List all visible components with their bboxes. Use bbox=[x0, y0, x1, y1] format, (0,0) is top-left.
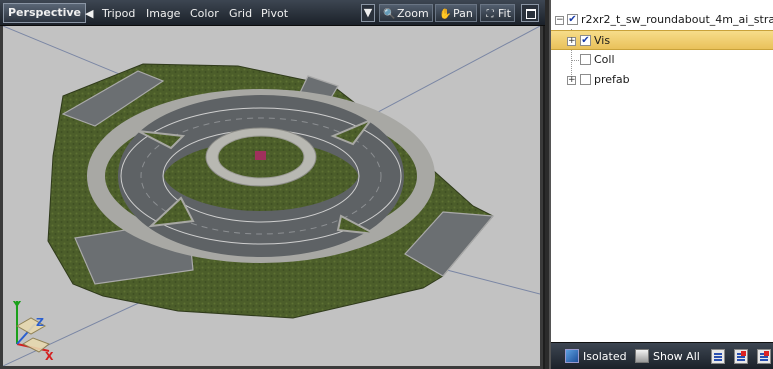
fit-button[interactable]: ⛶ Fit bbox=[480, 4, 515, 22]
hand-icon: ✋ bbox=[439, 9, 452, 20]
menu-image[interactable]: Image bbox=[146, 5, 180, 22]
viewport-canvas[interactable]: Y Z X bbox=[0, 26, 543, 369]
tree-item-label: r2xr2_t_sw_roundabout_4m_ai_straight bbox=[581, 13, 773, 26]
pivot-marker bbox=[255, 151, 266, 160]
isolated-label: Isolated bbox=[583, 350, 627, 363]
magnifier-icon: 🔍 bbox=[383, 9, 396, 20]
tree-item-coll[interactable]: Coll bbox=[551, 50, 773, 70]
chevron-down-icon[interactable]: ▼ bbox=[361, 4, 375, 22]
list-view-icon[interactable] bbox=[711, 349, 725, 364]
outline-panel: − ✔ r2xr2_t_sw_roundabout_4m_ai_straight… bbox=[549, 0, 773, 369]
eye-icon bbox=[635, 349, 649, 363]
cube-icon bbox=[565, 349, 579, 363]
view-mode-button[interactable]: Perspective bbox=[3, 3, 87, 23]
isolated-button[interactable]: Isolated bbox=[565, 348, 627, 366]
zoom-button[interactable]: 🔍 Zoom bbox=[379, 4, 433, 22]
tree-item-vis[interactable]: + ✔ Vis bbox=[551, 30, 773, 50]
fit-frame-icon: ⛶ bbox=[486, 9, 494, 20]
tree-item-label: Vis bbox=[594, 34, 611, 47]
scene-render: Y Z X bbox=[3, 26, 540, 366]
zoom-label: Zoom bbox=[397, 7, 429, 20]
menu-tripod[interactable]: Tripod bbox=[102, 5, 135, 22]
triangle-left-icon[interactable]: ◀ bbox=[85, 5, 93, 22]
collapse-icon[interactable]: − bbox=[555, 16, 564, 25]
show-all-label: Show All bbox=[653, 350, 700, 363]
fit-label: Fit bbox=[498, 7, 511, 20]
list-remove-icon[interactable] bbox=[734, 349, 748, 364]
expand-icon[interactable]: + bbox=[567, 37, 576, 46]
tree-item-label: prefab bbox=[594, 73, 630, 86]
visibility-checkbox[interactable]: ✔ bbox=[567, 14, 578, 25]
axis-label-y: Y bbox=[12, 299, 22, 312]
tree-item-root[interactable]: − ✔ r2xr2_t_sw_roundabout_4m_ai_straight bbox=[551, 10, 773, 30]
viewport-panel: Perspective ◀ Tripod Image Color Grid Pi… bbox=[0, 0, 545, 369]
axis-tripod: Y Z X bbox=[12, 299, 54, 363]
menu-pivot[interactable]: Pivot bbox=[261, 5, 288, 22]
show-all-button[interactable]: Show All bbox=[635, 348, 700, 366]
visibility-checkbox[interactable]: ✔ bbox=[580, 35, 591, 46]
visibility-checkbox[interactable] bbox=[580, 74, 591, 85]
maximize-icon[interactable] bbox=[521, 4, 539, 22]
axis-label-z: Z bbox=[36, 316, 44, 329]
list-delete-icon[interactable] bbox=[757, 349, 771, 364]
pan-label: Pan bbox=[453, 7, 473, 20]
menu-color[interactable]: Color bbox=[190, 5, 219, 22]
pan-button[interactable]: ✋ Pan bbox=[435, 4, 477, 22]
tree-item-prefab[interactable]: + prefab bbox=[551, 70, 773, 90]
viewport-toolbar: Perspective ◀ Tripod Image Color Grid Pi… bbox=[0, 0, 545, 26]
tree-item-label: Coll bbox=[594, 53, 615, 66]
visibility-checkbox[interactable] bbox=[580, 54, 591, 65]
menu-grid[interactable]: Grid bbox=[229, 5, 252, 22]
expand-icon[interactable]: + bbox=[567, 76, 576, 85]
outline-toolbar: Isolated Show All bbox=[551, 342, 773, 369]
axis-label-x: X bbox=[45, 350, 54, 363]
